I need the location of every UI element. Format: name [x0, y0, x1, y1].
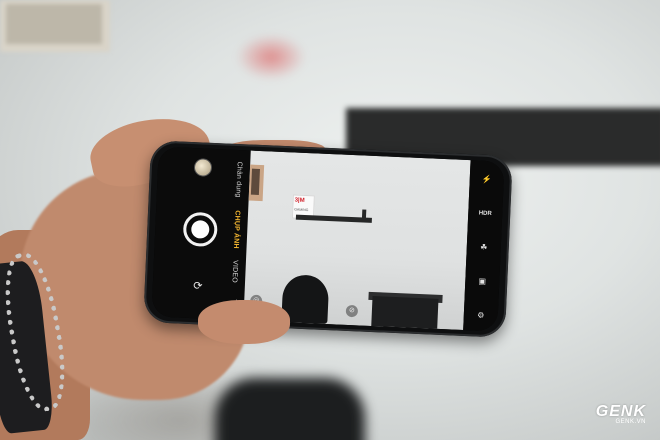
- vf-table: [371, 295, 439, 329]
- vf-sign-sub: GAMING: [294, 207, 309, 213]
- vf-sign-text: 3|M: [294, 197, 305, 204]
- mode-portrait[interactable]: Chân dung: [234, 161, 243, 197]
- smartphone: ⟳ Chân dung CHỤP ẢNH VIDEO Th 3|M GAMING: [143, 140, 513, 338]
- aspect-ratio-icon[interactable]: ▣: [474, 274, 491, 289]
- camera-screen: ⟳ Chân dung CHỤP ẢNH VIDEO Th 3|M GAMING: [151, 146, 505, 332]
- flash-icon[interactable]: ⚡: [478, 173, 495, 188]
- background-logo-blur: [236, 34, 306, 80]
- wall-frame: [0, 0, 110, 52]
- background-chair: [215, 378, 365, 440]
- gallery-thumbnail[interactable]: [193, 158, 213, 177]
- vf-shelf: [295, 214, 372, 223]
- settings-gear-icon[interactable]: ⚙: [473, 308, 490, 323]
- mode-photo[interactable]: CHỤP ẢNH: [232, 210, 241, 249]
- lock-focus-icon[interactable]: ⊘: [345, 304, 359, 318]
- camera-left-panel: ⟳ Chân dung CHỤP ẢNH VIDEO Th: [151, 146, 251, 321]
- camera-viewfinder[interactable]: 3|M GAMING ◎ ⊘: [243, 150, 471, 330]
- hand-finger-bottom: [198, 300, 290, 344]
- camera-right-panel: ⚡ HDR ☘ ▣ ⚙: [463, 160, 505, 332]
- switch-camera-icon[interactable]: ⟳: [191, 280, 206, 293]
- hdr-button[interactable]: HDR: [477, 206, 494, 221]
- shutter-button[interactable]: [182, 211, 219, 248]
- filter-icon[interactable]: ☘: [475, 240, 492, 255]
- watermark: GENK GENK.VN: [596, 403, 646, 425]
- photo-scene: ⟳ Chân dung CHỤP ẢNH VIDEO Th 3|M GAMING: [0, 0, 660, 440]
- mode-video[interactable]: VIDEO: [231, 260, 239, 283]
